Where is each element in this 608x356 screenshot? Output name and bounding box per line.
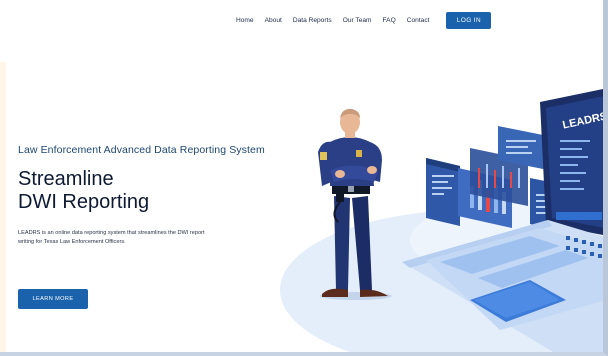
learn-more-button[interactable]: LEARN MORE — [18, 289, 88, 309]
hero-kicker: Law Enforcement Advanced Data Reporting … — [18, 144, 265, 156]
hero-title-line1: Streamline — [18, 168, 114, 190]
hero-section: Law Enforcement Advanced Data Reporting … — [18, 144, 308, 247]
hero-title: Streamline DWI Reporting — [18, 168, 308, 214]
hero-title-line2: DWI Reporting — [18, 191, 150, 213]
page: Home About Data Reports Our Team FAQ Con… — [0, 0, 608, 356]
hero-description: LEADRS is an online data reporting syste… — [18, 230, 205, 245]
laptop-screen: LEADRS — [540, 89, 603, 236]
